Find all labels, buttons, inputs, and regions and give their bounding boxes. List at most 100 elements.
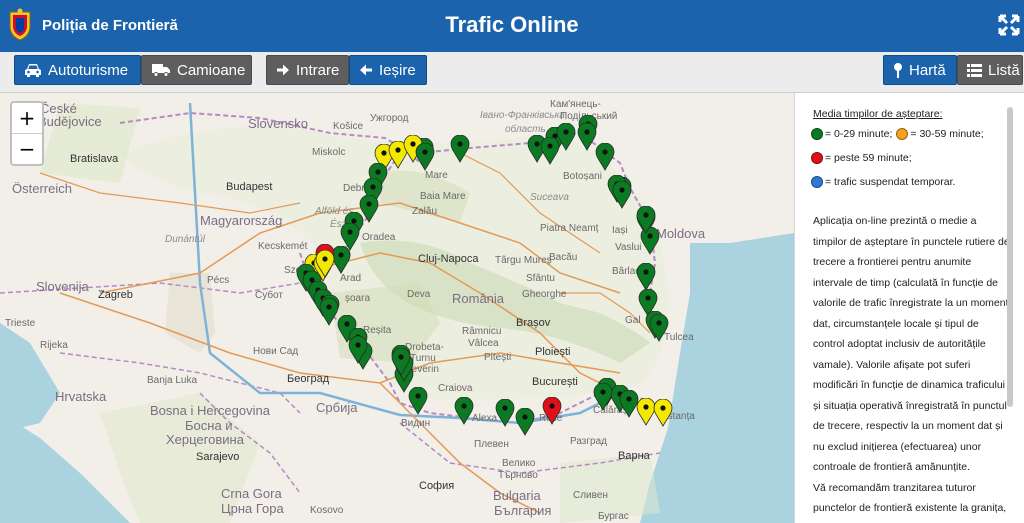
entry-button[interactable]: Intrare [266,55,349,85]
green-marker-pin[interactable] [593,383,613,411]
map-label: Cluj-Napoca [418,253,479,265]
map-label: București [532,376,578,388]
green-marker-pin[interactable] [649,314,669,342]
map-label: Râmnicu [462,326,502,337]
legend-green: = 0-29 minute; [825,128,893,140]
map-label: șoara [345,293,371,304]
green-marker-pin[interactable] [454,397,474,425]
map-label: Кам'янець- [550,99,601,110]
map-label: Велико [502,458,536,469]
map-label: Bosna i Hercegovina [150,403,270,418]
map-label: Србија [316,400,358,415]
map-label: Iași [612,225,628,236]
map-label: Pitești [484,352,512,363]
green-marker-pin[interactable] [319,298,339,326]
map-pin-icon [894,63,902,78]
zoom-control: + − [10,101,44,166]
map-label: Budapest [226,181,273,193]
brand-label: Poliția de Frontieră [42,16,178,34]
map-label: Banja Luka [147,375,198,386]
green-pin-icon [811,128,823,140]
map-label: Ploiești [535,346,571,358]
map-label: Црна Гора [221,501,284,516]
map-label: Baia Mare [420,191,466,202]
map-label: Sfântu [526,273,555,284]
legend-blue: = trafic suspendat temporar. [825,176,956,188]
list-view-label: Listă [988,61,1020,79]
map-label: Košice [333,121,364,132]
green-marker-pin[interactable] [540,137,560,165]
map-label: Suceava [530,192,569,203]
legend-row-2: = peste 59 minute; [811,152,912,164]
map-label: София [419,480,455,492]
fullscreen-icon[interactable] [998,14,1020,36]
map-label: Craiova [438,383,473,394]
map-label: Rijeka [40,340,68,351]
map-label: Brașov [516,317,551,329]
map-label: Варна [618,450,650,462]
green-marker-pin[interactable] [515,408,535,436]
map-label: Kecskemét [258,241,308,252]
map-label: Moldova [656,226,706,241]
map-label: Bacău [549,252,578,263]
map-label: Mare [425,170,448,181]
green-marker-pin[interactable] [450,135,470,163]
map-label: Oradea [362,232,396,243]
map-label: Видин [401,418,431,429]
legend-row-3: = trafic suspendat temporar. [811,176,955,188]
green-marker-pin[interactable] [636,206,656,234]
red-marker-pin[interactable] [542,397,562,425]
map-label: Slovensko [248,116,308,131]
green-marker-pin[interactable] [577,123,597,151]
green-marker-pin[interactable] [612,181,632,209]
map-label: Івано-Франківська [480,110,565,121]
green-marker-pin[interactable] [408,387,428,415]
yellow-marker-pin[interactable] [315,250,335,278]
cars-button[interactable]: Autoturisme [14,55,141,85]
green-marker-pin[interactable] [636,263,656,291]
green-marker-pin[interactable] [348,336,368,364]
arrow-left-icon [360,64,372,76]
map-label: Gheorghe [522,289,567,300]
panel-scrollbar[interactable] [1007,107,1013,407]
yellow-marker-pin[interactable] [653,399,673,427]
map-label: Разград [570,436,607,447]
map-label: Österreich [12,181,72,196]
map-label: Arad [340,273,362,284]
trucks-label: Camioane [177,61,246,79]
list-view-button[interactable]: Listă [957,55,1023,85]
map-label: Сливен [573,490,608,501]
orange-pin-icon [896,128,909,140]
brand[interactable]: Poliția de Frontieră [6,8,178,42]
trucks-button[interactable]: Camioane [141,55,252,85]
map-label: Deva [407,289,431,300]
list-icon [967,63,982,77]
map-label: Zagreb [98,289,133,301]
map-label: Miskolc [312,147,346,158]
map-label: România [452,291,505,306]
green-marker-pin[interactable] [595,143,615,171]
legend-row-1: = 0-29 minute; = 30-59 minute; [811,128,984,140]
legend-red: = peste 59 minute; [825,152,912,164]
map-view-button[interactable]: Hartă [883,55,957,85]
map-label: Dunántúl [165,234,206,245]
green-marker-pin[interactable] [415,143,435,171]
map-label: Sarajevo [196,451,240,463]
exit-button[interactable]: Ieșire [349,55,427,85]
zoom-in-button[interactable]: + [12,103,42,133]
map-label: Ужгород [370,113,409,124]
map-label: Bulgaria [493,488,541,503]
zoom-out-button[interactable]: − [12,133,42,164]
blue-pin-icon [811,176,823,188]
arrow-right-icon [277,64,289,76]
legend-panel: Media timpilor de așteptare: = 0-29 minu… [794,93,1024,523]
map-area[interactable]: České Budějovice Slovensko Košice Ужгоро… [0,93,794,523]
recommendation-text: Vă recomandăm tranzitarea tuturor puncte… [813,481,1007,515]
red-pin-icon [811,152,823,164]
description-text: Aplicația on-line prezintă o medie a tim… [813,215,1010,473]
green-marker-pin[interactable] [495,399,515,427]
map-label: Zalău [412,206,438,217]
map-label: Београд [287,373,330,385]
coat-of-arms-icon [9,8,31,41]
green-marker-pin[interactable] [391,348,411,376]
